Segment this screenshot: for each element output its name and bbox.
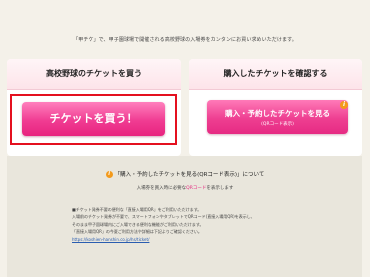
notice-link[interactable]: https://koshien-hanshin.co.jp/hs/ticket/ <box>72 236 322 243</box>
notice-title-text: 「購入・予約したチケットを見る(QRコード表示)」について <box>114 172 265 178</box>
notice-line: そのまま甲子園球場内にご入場できる便利な機能がご利用いただけます。 <box>72 221 204 227</box>
view-button-label: 購入・予約したチケットを見る <box>225 109 330 118</box>
notice-title: i 「購入・予約したチケットを見る(QRコード表示)」について <box>0 170 370 178</box>
view-purchased-tickets-button[interactable]: 購入・予約したチケットを見る (QRコード表示) <box>207 100 348 134</box>
notice-subtitle-highlight: QRコード <box>186 186 207 191</box>
notice-info-icon: i <box>105 171 113 178</box>
view-ticket-panel-title: 購入したチケットを確認する <box>189 59 362 90</box>
notice-subtitle-suffix: を表示します <box>206 186 234 191</box>
notice-line: 入場前のチケット発券が不要で、スマートフォンやタブレットでQRコード(直接入場用… <box>72 214 255 220</box>
info-icon[interactable]: i <box>340 101 348 109</box>
view-button-sublabel: (QRコード表示) <box>261 122 294 127</box>
notice-line: ■チケット発券不要の便利な「直接入場用QR」をご利用いただけます。 <box>72 207 202 212</box>
notice-subtitle-prefix: 入場券を買入時に必要な <box>136 186 187 191</box>
buy-ticket-button[interactable]: チケットを買う！ <box>22 102 165 136</box>
notice-line: 「直接入場用QR」の今夏ご利用方法や詳細は下記よりご確認ください。 <box>72 229 202 235</box>
intro-text: 「甲チケ」で、甲子園球場で開催される高校野球の入場券をカンタンにお買い求めいただ… <box>73 37 297 43</box>
notice-notes: ■チケット発券不要の便利な「直接入場用QR」をご利用いただけます。 入場前のチケ… <box>72 206 322 243</box>
notice-subtitle: 入場券を買入時に必要なQRコードを表示します <box>0 185 370 191</box>
buy-ticket-panel-title: 高校野球のチケットを買う <box>7 59 181 90</box>
